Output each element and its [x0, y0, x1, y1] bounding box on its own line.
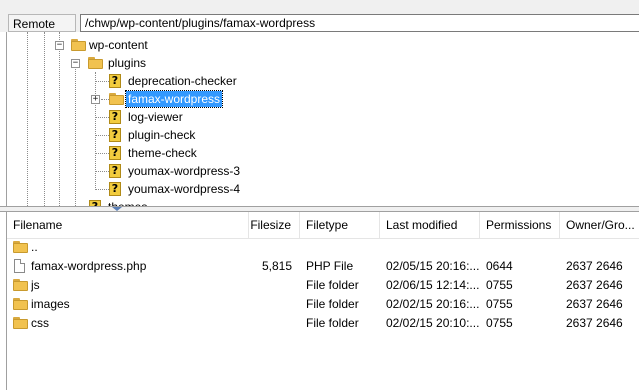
folder-icon [13, 279, 28, 291]
file-modified: 02/02/15 20:16:... [386, 297, 480, 311]
file-row[interactable]: images File folder 02/02/15 20:16:... 07… [7, 295, 639, 314]
splitter-arrow-icon [112, 207, 122, 211]
expand-famax-wordpress-toggle[interactable]: + [91, 95, 100, 104]
folder-icon [109, 93, 124, 105]
file-row[interactable]: css File folder 02/02/15 20:10:... 0755 … [7, 314, 639, 333]
tree-guide-line [27, 32, 28, 206]
tree-connector [95, 81, 109, 82]
folder-open-icon [71, 39, 86, 51]
tree-item-famax-wordpress[interactable]: famax-wordpress [124, 90, 224, 108]
file-permissions: 0755 [486, 316, 513, 330]
tree-connector [95, 171, 109, 172]
file-permissions: 0644 [486, 259, 513, 273]
column-header-filesize[interactable]: Filesize [249, 212, 300, 238]
file-type: PHP File [306, 259, 354, 273]
file-modified: 02/06/15 12:14:... [386, 278, 480, 292]
tree-item-log-viewer[interactable]: log-viewer [126, 109, 185, 125]
folder-icon [13, 317, 28, 329]
remote-file-list[interactable]: Filename Filesize Filetype Last modified… [6, 212, 639, 390]
folder-open-icon [88, 57, 103, 69]
question-folder-icon: ? [109, 146, 121, 160]
tree-guide-line [75, 62, 76, 206]
tree-item-theme-check[interactable]: theme-check [126, 145, 199, 161]
file-modified: 02/05/15 20:16:... [386, 259, 480, 273]
remote-site-label: Remote site: [8, 14, 76, 49]
remote-directory-tree[interactable]: − wp-content − plugins ? deprecation-che… [6, 32, 639, 206]
tree-item-deprecation-checker[interactable]: deprecation-checker [126, 73, 239, 89]
tree-connector [95, 189, 109, 190]
file-row[interactable]: js File folder 02/06/15 12:14:... 0755 2… [7, 276, 639, 295]
file-owner: 2637 2646 [566, 259, 623, 273]
collapse-wp-content-toggle[interactable]: − [55, 41, 64, 50]
collapse-plugins-toggle[interactable]: − [71, 59, 80, 68]
question-folder-icon: ? [109, 74, 121, 88]
file-row[interactable]: famax-wordpress.php 5,815 PHP File 02/05… [7, 257, 639, 276]
file-name: js [31, 278, 40, 292]
folder-icon [13, 298, 28, 310]
question-folder-icon: ? [109, 182, 121, 196]
tree-item-youmax-wordpress-4[interactable]: youmax-wordpress-4 [126, 181, 242, 197]
tree-guide-line [95, 72, 96, 190]
tree-item-themes[interactable]: themes [106, 199, 149, 206]
tree-item-wp-content[interactable]: wp-content [87, 37, 150, 53]
tree-connector [95, 153, 109, 154]
file-name: images [31, 297, 70, 311]
file-name: css [31, 316, 49, 330]
tree-guide-line [44, 32, 45, 206]
file-size: 5,815 [261, 259, 292, 273]
file-owner: 2637 2646 [566, 297, 623, 311]
column-header-filename[interactable]: Filename [7, 212, 249, 238]
question-folder-icon: ? [109, 128, 121, 142]
file-name: .. [31, 240, 38, 254]
column-header-last-modified[interactable]: Last modified [380, 212, 480, 238]
question-folder-icon: ? [109, 164, 121, 178]
folder-icon [13, 241, 28, 253]
column-header-owner-group[interactable]: Owner/Gro... [560, 212, 639, 238]
file-owner: 2637 2646 [566, 278, 623, 292]
remote-path-combobox[interactable]: /chwp/wp-content/plugins/famax-wordpress [80, 14, 639, 32]
file-icon [14, 259, 25, 273]
tree-item-plugin-check[interactable]: plugin-check [126, 127, 197, 143]
file-owner: 2637 2646 [566, 316, 623, 330]
file-type: File folder [306, 316, 359, 330]
remote-site-bar: Remote site: /chwp/wp-content/plugins/fa… [0, 0, 639, 49]
column-header-filetype[interactable]: Filetype [300, 212, 380, 238]
tree-item-plugins[interactable]: plugins [106, 55, 148, 71]
file-permissions: 0755 [486, 297, 513, 311]
file-type: File folder [306, 297, 359, 311]
tree-item-youmax-wordpress-3[interactable]: youmax-wordpress-3 [126, 163, 242, 179]
tree-connector [95, 117, 109, 118]
tree-connector [95, 135, 109, 136]
file-row[interactable]: .. [7, 238, 639, 257]
tree-connector [101, 99, 109, 100]
question-folder-icon: ? [109, 110, 121, 124]
file-list-header: Filename Filesize Filetype Last modified… [7, 212, 639, 239]
tree-guide-line [59, 32, 60, 206]
file-permissions: 0755 [486, 278, 513, 292]
file-type: File folder [306, 278, 359, 292]
column-header-permissions[interactable]: Permissions [480, 212, 560, 238]
file-modified: 02/02/15 20:10:... [386, 316, 480, 330]
file-name: famax-wordpress.php [31, 259, 147, 273]
